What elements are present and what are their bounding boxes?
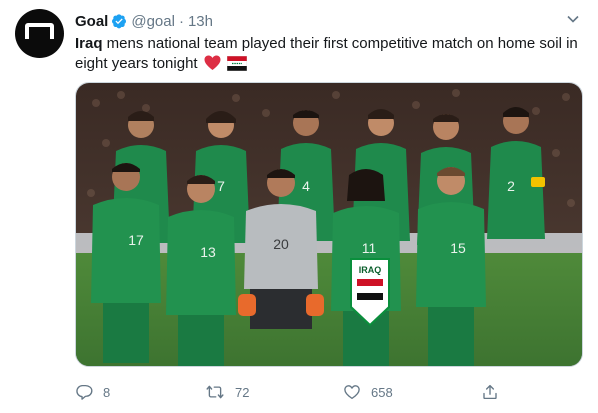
- like-icon: [344, 385, 360, 400]
- reply-icon: [76, 384, 93, 400]
- goal-logo-icon: [25, 23, 54, 45]
- avatar[interactable]: [15, 9, 64, 58]
- tweet-text-bold: Iraq: [75, 35, 103, 52]
- player-number: 2: [507, 178, 515, 194]
- separator-dot: ·: [178, 12, 184, 30]
- tweet-timestamp[interactable]: 13h: [188, 13, 213, 30]
- reply-count: 8: [103, 384, 111, 400]
- author-handle[interactable]: @goal: [131, 13, 175, 30]
- more-options-button[interactable]: [566, 12, 580, 31]
- player-number: 17: [128, 232, 144, 248]
- retweet-icon: [206, 385, 224, 399]
- verified-badge-icon: [111, 13, 127, 29]
- author-name[interactable]: Goal: [75, 13, 108, 30]
- iraq-flag-emoji: [226, 55, 248, 77]
- tweet-header: Goal @goal · 13h: [75, 11, 213, 31]
- team-photo: 7 4 2 17 13 20 11 15 IRAQ: [76, 83, 582, 366]
- tweet-photo[interactable]: 7 4 2 17 13 20 11 15 IRAQ: [75, 82, 583, 367]
- player-number: 13: [200, 244, 216, 260]
- pennant-text: IRAQ: [359, 265, 382, 275]
- tweet-text: Iraq mens national team played their fir…: [75, 34, 590, 77]
- player-number: 20: [273, 236, 289, 252]
- share-button[interactable]: [481, 383, 499, 401]
- reply-button[interactable]: 8: [75, 383, 110, 401]
- like-button[interactable]: 658: [343, 383, 393, 401]
- player-number: 11: [362, 240, 377, 256]
- retweet-count: 72: [235, 384, 250, 400]
- red-heart-emoji: [204, 55, 221, 77]
- chevron-down-icon: [567, 15, 579, 23]
- player-number: 15: [450, 240, 466, 256]
- tweet-actions: 8 72 658: [75, 383, 590, 407]
- retweet-button[interactable]: 72: [205, 383, 249, 401]
- tweet-text-body: mens national team played their first co…: [75, 35, 578, 72]
- player-number: 4: [302, 178, 310, 194]
- share-icon: [483, 384, 497, 400]
- tweet-card[interactable]: Goal @goal · 13h Iraq mens national team…: [0, 0, 598, 413]
- player-number: 7: [217, 178, 225, 194]
- like-count: 658: [371, 384, 393, 400]
